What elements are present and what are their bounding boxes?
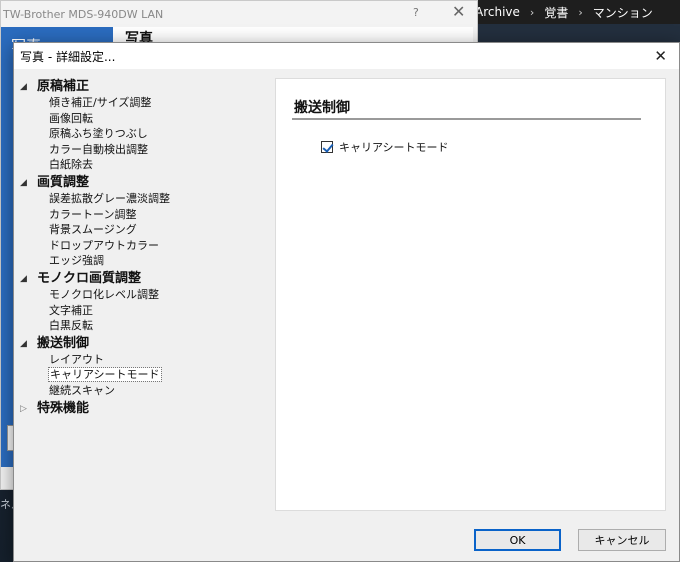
tree-item[interactable]: レイアウト bbox=[14, 352, 272, 368]
cancel-button[interactable]: キャンセル bbox=[578, 529, 666, 551]
tree-item-label: 画像回転 bbox=[49, 111, 93, 125]
close-icon[interactable]: ✕ bbox=[452, 2, 465, 21]
background-window-title: TW-Brother MDS-940DW LAN bbox=[3, 7, 164, 21]
chevron-right-icon: › bbox=[578, 5, 583, 19]
collapsed-triangle-icon[interactable]: ▷ bbox=[20, 401, 27, 417]
chevron-right-icon: › bbox=[529, 5, 535, 19]
tree-item[interactable]: 画像回転 bbox=[14, 111, 272, 127]
tree-item-label: エッジ強調 bbox=[49, 254, 104, 268]
dialog-titlebar: 写真 - 詳細設定... bbox=[14, 43, 679, 69]
tree-item[interactable]: 傾き補正/サイズ調整 bbox=[14, 95, 272, 111]
tree-category-label: 画質調整 bbox=[37, 174, 90, 190]
settings-tree: ◢ 原稿補正傾き補正/サイズ調整 画像回転原稿ふち塗りつぶし カラー自動検出調整 白紙除… bbox=[14, 77, 272, 517]
expanded-triangle-icon[interactable]: ◢ bbox=[20, 271, 27, 287]
tree-item-label: 白黒反転 bbox=[49, 319, 93, 333]
tree-item[interactable]: カラートーン調整 bbox=[14, 207, 272, 223]
tree-item[interactable]: 誤差拡散グレー濃淡調整 bbox=[14, 191, 272, 207]
expanded-triangle-icon[interactable]: ◢ bbox=[20, 175, 27, 191]
expanded-triangle-icon[interactable]: ◢ bbox=[20, 336, 27, 352]
tree-item-label: ドロップアウトカラー bbox=[49, 238, 159, 252]
tree-item-label: 継続スキャン bbox=[49, 383, 115, 397]
tree-item[interactable]: ドロップアウトカラー bbox=[14, 238, 272, 254]
tree-category-label: 特殊機能 bbox=[37, 400, 90, 416]
tree-item-label: カラートーン調整 bbox=[49, 207, 137, 221]
tree-item-label: 背景スムージング bbox=[49, 223, 137, 237]
tree-category-label: モノクロ画質調整 bbox=[37, 270, 142, 286]
help-icon[interactable]: ? bbox=[413, 6, 419, 19]
checkbox-checked-icon[interactable] bbox=[321, 141, 333, 153]
tree-item[interactable]: 文字補正 bbox=[14, 303, 272, 319]
settings-panel: 搬送制御 キャリアシートモード bbox=[275, 78, 666, 511]
tree-category[interactable]: ◢ 搬送制御 bbox=[14, 336, 272, 352]
tree-category[interactable]: ▷ 特殊機能 bbox=[14, 401, 272, 417]
checkbox-label: キャリアシートモード bbox=[339, 141, 449, 154]
breadcrumb-item[interactable]: マンション bbox=[593, 4, 653, 21]
tree-item-label: モノクロ化レベル調整 bbox=[49, 287, 159, 301]
tree-item[interactable]: モノクロ化レベル調整 bbox=[14, 287, 272, 303]
dialog-title: 写真 - 詳細設定... bbox=[20, 49, 116, 64]
tree-item-label: 傾き補正/サイズ調整 bbox=[49, 96, 152, 109]
close-icon[interactable]: ✕ bbox=[654, 47, 667, 65]
tree-item[interactable]: 背景スムージング bbox=[14, 222, 272, 238]
advanced-settings-dialog: 写真 - 詳細設定... ✕ ◢ 原稿補正傾き補正/サイズ調整 画像回転原稿ふち塗り… bbox=[13, 42, 680, 562]
tree-item[interactable]: 継続スキャン bbox=[14, 383, 272, 399]
tree-item-label: レイアウト bbox=[49, 352, 104, 366]
tree-item[interactable]: 原稿ふち塗りつぶし bbox=[14, 126, 272, 142]
tree-item-label: 原稿ふち塗りつぶし bbox=[49, 127, 148, 141]
tree-category-label: 原稿補正 bbox=[37, 79, 90, 94]
tree-item[interactable]: カラー自動検出調整 bbox=[14, 142, 272, 158]
tree-item[interactable]: エッジ強調 bbox=[14, 253, 272, 269]
tree-item[interactable]: キャリアシートモード bbox=[14, 367, 272, 383]
tree-item-label: 文字補正 bbox=[49, 303, 93, 317]
tree-category[interactable]: ◢ モノクロ画質調整 bbox=[14, 271, 272, 287]
tree-category[interactable]: ◢ 画質調整 bbox=[14, 175, 272, 191]
tree-item[interactable]: 白紙除去 bbox=[14, 157, 272, 173]
breadcrumb-item[interactable]: 覚書 bbox=[544, 4, 568, 21]
expanded-triangle-icon[interactable]: ◢ bbox=[20, 79, 27, 95]
tree-item-label: 誤差拡散グレー濃淡調整 bbox=[49, 191, 170, 205]
breadcrumb-item[interactable]: Archive bbox=[475, 5, 520, 19]
tree-item-label: キャリアシートモード bbox=[48, 367, 162, 383]
background-titlebar: TW-Brother MDS-940DW LAN bbox=[1, 1, 477, 27]
tree-category[interactable]: ◢ 原稿補正 bbox=[14, 79, 272, 95]
carrier-sheet-mode-checkbox[interactable]: キャリアシートモード bbox=[321, 139, 449, 155]
tree-item-label: カラー自動検出調整 bbox=[49, 142, 148, 156]
panel-divider bbox=[292, 118, 641, 120]
tree-item[interactable]: 白黒反転 bbox=[14, 318, 272, 334]
background-breadcrumb: Archive › 覚書 › マンション bbox=[470, 0, 680, 24]
panel-title: 搬送制御 bbox=[294, 100, 350, 116]
tree-category-label: 搬送制御 bbox=[37, 335, 90, 351]
ok-button[interactable]: OK bbox=[474, 529, 561, 551]
tree-item-label: 白紙除去 bbox=[49, 158, 93, 172]
